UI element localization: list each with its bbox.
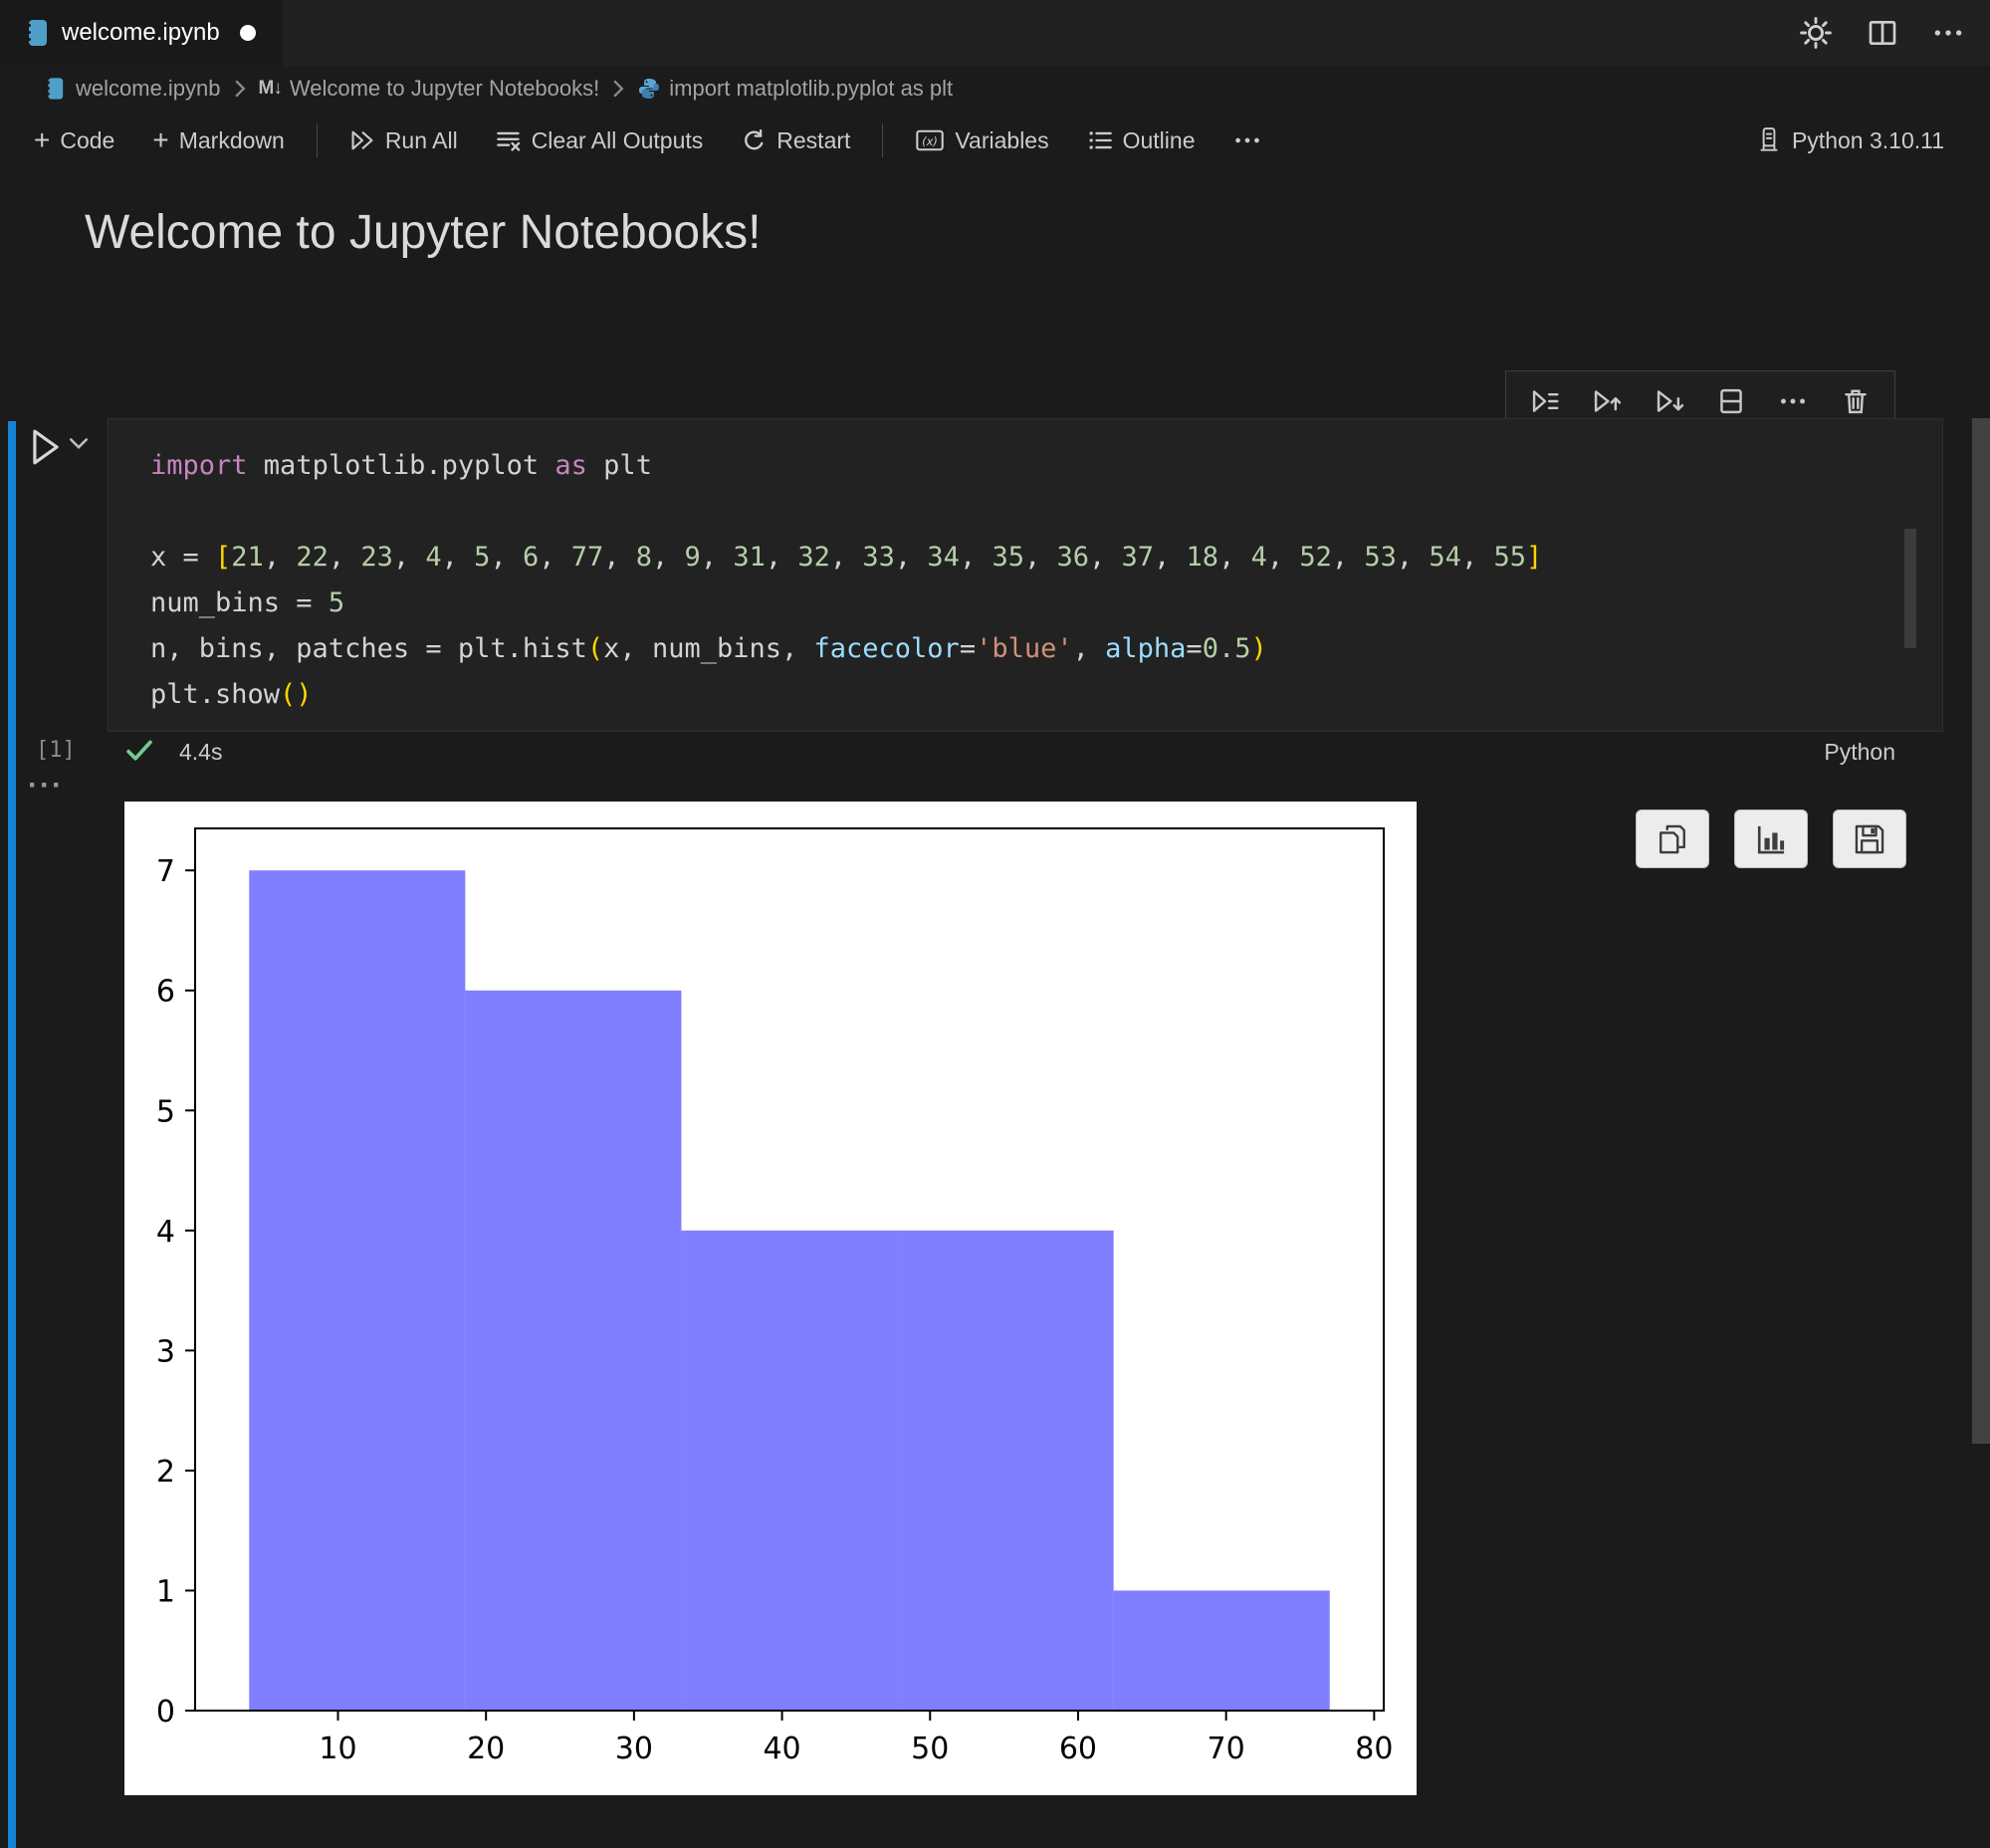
cell-more-actions-icon[interactable] xyxy=(1778,386,1808,416)
split-cell-icon[interactable] xyxy=(1716,386,1746,416)
more-actions-icon[interactable] xyxy=(1932,17,1964,49)
split-editor-icon[interactable] xyxy=(1867,17,1898,49)
svg-text:2: 2 xyxy=(156,1455,175,1490)
run-options-chevron-icon[interactable] xyxy=(70,438,88,450)
svg-text:7: 7 xyxy=(156,854,175,889)
breadcrumb-item-file[interactable]: welcome.ipynb xyxy=(76,76,221,102)
notebook-icon xyxy=(26,19,48,47)
svg-text:10: 10 xyxy=(319,1732,356,1766)
execute-cell-and-below-icon[interactable] xyxy=(1655,386,1684,416)
plus-icon: + xyxy=(152,124,169,155)
code-cell-editor[interactable]: import matplotlib.pyplot as plt x = [21,… xyxy=(108,418,1943,732)
modified-indicator[interactable] xyxy=(239,25,256,41)
outline-list-icon xyxy=(1087,127,1113,153)
toolbar-divider xyxy=(316,123,318,157)
run-all-button[interactable]: Run All xyxy=(337,121,470,160)
toolbar-divider xyxy=(882,123,884,157)
svg-text:80: 80 xyxy=(1355,1732,1393,1766)
code-lines: import matplotlib.pyplot as plt x = [21,… xyxy=(150,450,1543,710)
clear-all-icon xyxy=(496,127,522,153)
variables-button[interactable]: (x) Variables xyxy=(903,121,1060,160)
plus-icon: + xyxy=(34,124,51,155)
cell-status-bar: [1] 4.4s Python xyxy=(0,732,1943,774)
tab-title: welcome.ipynb xyxy=(62,19,220,46)
breadcrumb-item-section[interactable]: M↓ Welcome to Jupyter Notebooks! xyxy=(259,76,600,102)
tab-bar: welcome.ipynb xyxy=(0,0,1990,66)
svg-text:(x): (x) xyxy=(923,134,939,148)
breadcrumb-item-cell[interactable]: import matplotlib.pyplot as plt xyxy=(637,76,953,102)
success-check-icon xyxy=(125,738,153,764)
variables-icon: (x) xyxy=(915,127,945,153)
cell-language[interactable]: Python xyxy=(1824,739,1895,766)
svg-text:40: 40 xyxy=(763,1732,800,1766)
copy-output-button[interactable] xyxy=(1636,809,1709,868)
svg-text:60: 60 xyxy=(1059,1732,1097,1766)
run-cell-button[interactable] xyxy=(30,428,62,466)
outline-button[interactable]: Outline xyxy=(1075,121,1208,160)
chevron-right-icon xyxy=(233,80,247,98)
svg-text:30: 30 xyxy=(615,1732,653,1766)
save-output-button[interactable] xyxy=(1833,809,1906,868)
delete-cell-icon[interactable] xyxy=(1841,386,1871,416)
svg-text:5: 5 xyxy=(156,1094,175,1129)
kernel-picker[interactable]: Python 3.10.11 xyxy=(1756,112,1944,169)
svg-text:0: 0 xyxy=(156,1695,175,1730)
notebook-toolbar: + Code + Markdown Run All Clear All Outp… xyxy=(22,112,1970,169)
output-figure: 10 20 30 40 50 60 70 80 0 1 2 3 4 5 6 7 xyxy=(124,802,1417,1795)
breadcrumb: welcome.ipynb M↓ Welcome to Jupyter Note… xyxy=(46,66,953,112)
open-plot-viewer-button[interactable] xyxy=(1734,809,1808,868)
svg-text:3: 3 xyxy=(156,1334,175,1369)
restart-kernel-button[interactable]: Restart xyxy=(729,121,862,160)
settings-gear-icon[interactable] xyxy=(1799,16,1833,50)
page-scrollbar[interactable] xyxy=(1972,418,1990,1444)
execute-above-cells-icon[interactable] xyxy=(1592,386,1622,416)
markdown-icon: M↓ xyxy=(258,78,283,99)
output-collapse-button[interactable]: ··· xyxy=(28,769,64,803)
kernel-icon xyxy=(1756,126,1782,154)
add-code-cell-button[interactable]: + Code xyxy=(22,121,126,160)
execution-count: [1] xyxy=(36,738,76,763)
chevron-right-icon xyxy=(611,80,625,98)
execution-duration: 4.4s xyxy=(179,739,223,765)
run-all-icon xyxy=(349,127,375,153)
output-actions xyxy=(1636,809,1906,868)
editor-scrollbar[interactable] xyxy=(1904,529,1916,648)
notebook-icon xyxy=(46,77,64,101)
python-icon xyxy=(637,77,661,101)
cell-focus-bar xyxy=(8,421,16,1848)
markdown-heading: Welcome to Jupyter Notebooks! xyxy=(85,206,762,259)
svg-text:50: 50 xyxy=(911,1732,949,1766)
vscode-window: welcome.ipynb welcome.ipynb M↓ Welcome t… xyxy=(0,0,1990,1848)
toolbar-more-icon[interactable] xyxy=(1220,121,1274,159)
run-by-line-icon[interactable] xyxy=(1530,386,1560,416)
tab-welcome-ipynb[interactable]: welcome.ipynb xyxy=(0,0,283,66)
svg-text:1: 1 xyxy=(156,1574,175,1609)
add-markdown-cell-button[interactable]: + Markdown xyxy=(140,121,296,160)
svg-text:4: 4 xyxy=(156,1215,175,1250)
svg-text:20: 20 xyxy=(467,1732,505,1766)
histogram-chart: 10 20 30 40 50 60 70 80 0 1 2 3 4 5 6 7 xyxy=(124,802,1417,1795)
restart-icon xyxy=(741,127,767,153)
svg-text:70: 70 xyxy=(1208,1732,1245,1766)
clear-all-outputs-button[interactable]: Clear All Outputs xyxy=(484,121,716,160)
svg-text:6: 6 xyxy=(156,975,175,1010)
